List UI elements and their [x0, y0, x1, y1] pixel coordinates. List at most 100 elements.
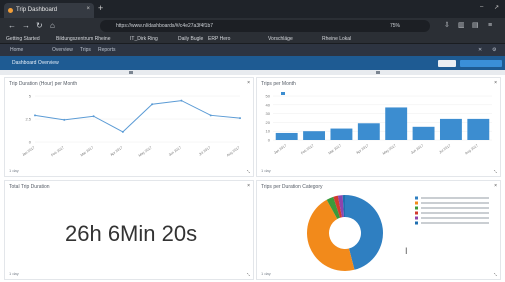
maximize-icon[interactable]: ↗	[494, 4, 499, 11]
resize-icon[interactable]: ⤡	[494, 272, 497, 277]
browser-tab-bar: Trip Dashboard × + – ↗	[0, 0, 505, 18]
x-tick-label: Mar 2017	[80, 146, 94, 158]
bookmark-item[interactable]: Vorschläge	[268, 36, 293, 42]
panel-close-icon[interactable]: ×	[494, 80, 497, 86]
tab-title: Trip Dashboard	[16, 7, 58, 13]
legend-swatch	[415, 221, 418, 225]
nav-item-trips[interactable]: Trips	[80, 47, 91, 53]
edit-button[interactable]	[438, 60, 456, 67]
sidebar-icon[interactable]: ▤	[472, 21, 479, 31]
legend-swatch	[415, 211, 418, 215]
x-tick-label: Aug 2017	[464, 144, 479, 156]
nav-item-overview[interactable]: Overview	[52, 47, 73, 53]
legend-swatch	[281, 92, 285, 95]
minimize-icon[interactable]: –	[480, 4, 483, 10]
bar	[385, 107, 408, 140]
panel-close-icon[interactable]: ×	[247, 80, 250, 86]
bookmark-item[interactable]: Getting Started	[6, 36, 40, 42]
data-point	[209, 114, 212, 117]
x-tick-label: Jul 2017	[438, 144, 451, 155]
donut-chart	[307, 195, 489, 271]
resize-icon[interactable]: ⤡	[247, 272, 250, 277]
bar	[467, 118, 490, 140]
tab-close-icon[interactable]: ×	[86, 6, 90, 12]
data-point	[121, 130, 124, 133]
bookmark-item[interactable]: IT_Dirk Ring	[130, 36, 158, 42]
y-tick-label: 50	[266, 94, 271, 99]
panel-close-icon[interactable]: ×	[247, 183, 250, 189]
panel-title: Trip Duration (Hour) per Month	[9, 81, 78, 87]
reload-button[interactable]: ↻	[36, 21, 43, 31]
browser-tab[interactable]: Trip Dashboard ×	[4, 3, 94, 18]
new-tab-button[interactable]: +	[98, 3, 103, 13]
dashboard-title[interactable]: Dashboard Overview	[12, 60, 59, 66]
bar	[412, 126, 435, 140]
data-point	[34, 114, 36, 117]
x-tick-label: May 2017	[138, 146, 153, 158]
x-tick-label: Feb 2017	[300, 144, 314, 156]
x-tick-label: Mar 2017	[328, 144, 342, 156]
y-tick-label: 20	[266, 120, 271, 125]
y-tick-label: 10	[266, 129, 271, 134]
browser-toolbar: ← → ↻ ⌂ https://www.nl/dashboards/#/c4e2…	[0, 18, 505, 34]
panel-footer: 1 day	[9, 168, 19, 173]
y-tick-label: 5	[29, 94, 32, 99]
x-tick-label: Jan 2017	[21, 146, 35, 158]
resize-icon[interactable]: ⤡	[247, 169, 250, 174]
total-duration-value: 26h 6Min 20s	[65, 221, 198, 246]
library-icon[interactable]: ▥	[458, 21, 465, 31]
resize-icon[interactable]: ⤡	[494, 169, 497, 174]
y-tick-label: 0	[268, 138, 271, 143]
collapse-handle-icon[interactable]	[129, 71, 133, 74]
mouse-cursor-icon: I	[405, 246, 408, 256]
close-icon[interactable]: ✕	[478, 47, 482, 53]
x-tick-label: Apr 2017	[109, 146, 123, 157]
x-tick-label: Jul 2017	[198, 146, 211, 157]
duration-category-panel: Trips per Duration Category × 1 day ⤡	[256, 180, 501, 280]
url-bar[interactable]: https://www.nl/dashboards/#/c4e27a3f4f1b…	[100, 20, 430, 32]
nav-item-reports[interactable]: Reports	[98, 47, 116, 53]
add-widget-button[interactable]	[460, 60, 502, 67]
bookmark-item[interactable]: Rheine Lokal	[322, 36, 351, 42]
duration-per-month-panel: Trip Duration (Hour) per Month × 0 2.5 5 Ja…	[4, 77, 254, 177]
line-chart: 0 2.5 5 Jan 2017 Feb 2017 Mar 2017 Apr 2017 May…	[21, 94, 241, 158]
row-divider	[0, 70, 505, 75]
bar	[303, 131, 326, 140]
x-tick-label: Aug 2017	[226, 146, 241, 158]
dashboard-header: Dashboard Overview	[0, 56, 505, 70]
back-button[interactable]: ←	[8, 21, 16, 31]
home-button[interactable]: ⌂	[50, 21, 55, 31]
bar	[275, 132, 298, 140]
x-tick-label: May 2017	[382, 144, 397, 156]
data-point	[92, 115, 95, 118]
y-tick-label: 30	[266, 111, 271, 116]
tab-favicon-icon	[8, 8, 13, 13]
bar	[357, 123, 380, 140]
data-point	[63, 118, 66, 121]
data-point	[151, 103, 154, 106]
x-tick-label: Jun 2017	[168, 146, 182, 158]
zoom-level[interactable]: 75%	[390, 23, 400, 29]
y-tick-label: 0	[29, 140, 32, 145]
series-line	[34, 100, 241, 133]
downloads-icon[interactable]: ⇩	[444, 21, 450, 31]
bookmarks-bar: Getting Started Bildungszentrum Rheine I…	[0, 34, 505, 44]
data-point	[239, 117, 241, 120]
forward-button[interactable]: →	[22, 21, 30, 31]
bookmark-item[interactable]: Daily Bugle	[178, 36, 203, 42]
collapse-handle-icon[interactable]	[376, 71, 380, 74]
bookmark-item[interactable]: ERP Hero	[208, 36, 230, 42]
x-tick-label: Jun 2017	[410, 144, 424, 156]
legend-swatch	[415, 196, 418, 200]
y-tick-label: 40	[266, 102, 271, 107]
x-tick-label: Jan 2017	[273, 144, 287, 156]
x-tick-label: Apr 2017	[355, 144, 369, 155]
nav-item-home[interactable]: Home	[10, 47, 23, 53]
menu-icon[interactable]: ≡	[488, 21, 492, 31]
panel-title: Trips per Month	[261, 81, 296, 87]
trips-per-month-panel: Trips per Month × 0 10 20 30 40 50 Jan 2017 Feb…	[256, 77, 501, 177]
legend-swatch	[415, 201, 418, 205]
data-point	[180, 99, 183, 102]
settings-icon[interactable]: ⚙	[492, 47, 496, 53]
bookmark-item[interactable]: Bildungszentrum Rheine	[56, 36, 110, 42]
